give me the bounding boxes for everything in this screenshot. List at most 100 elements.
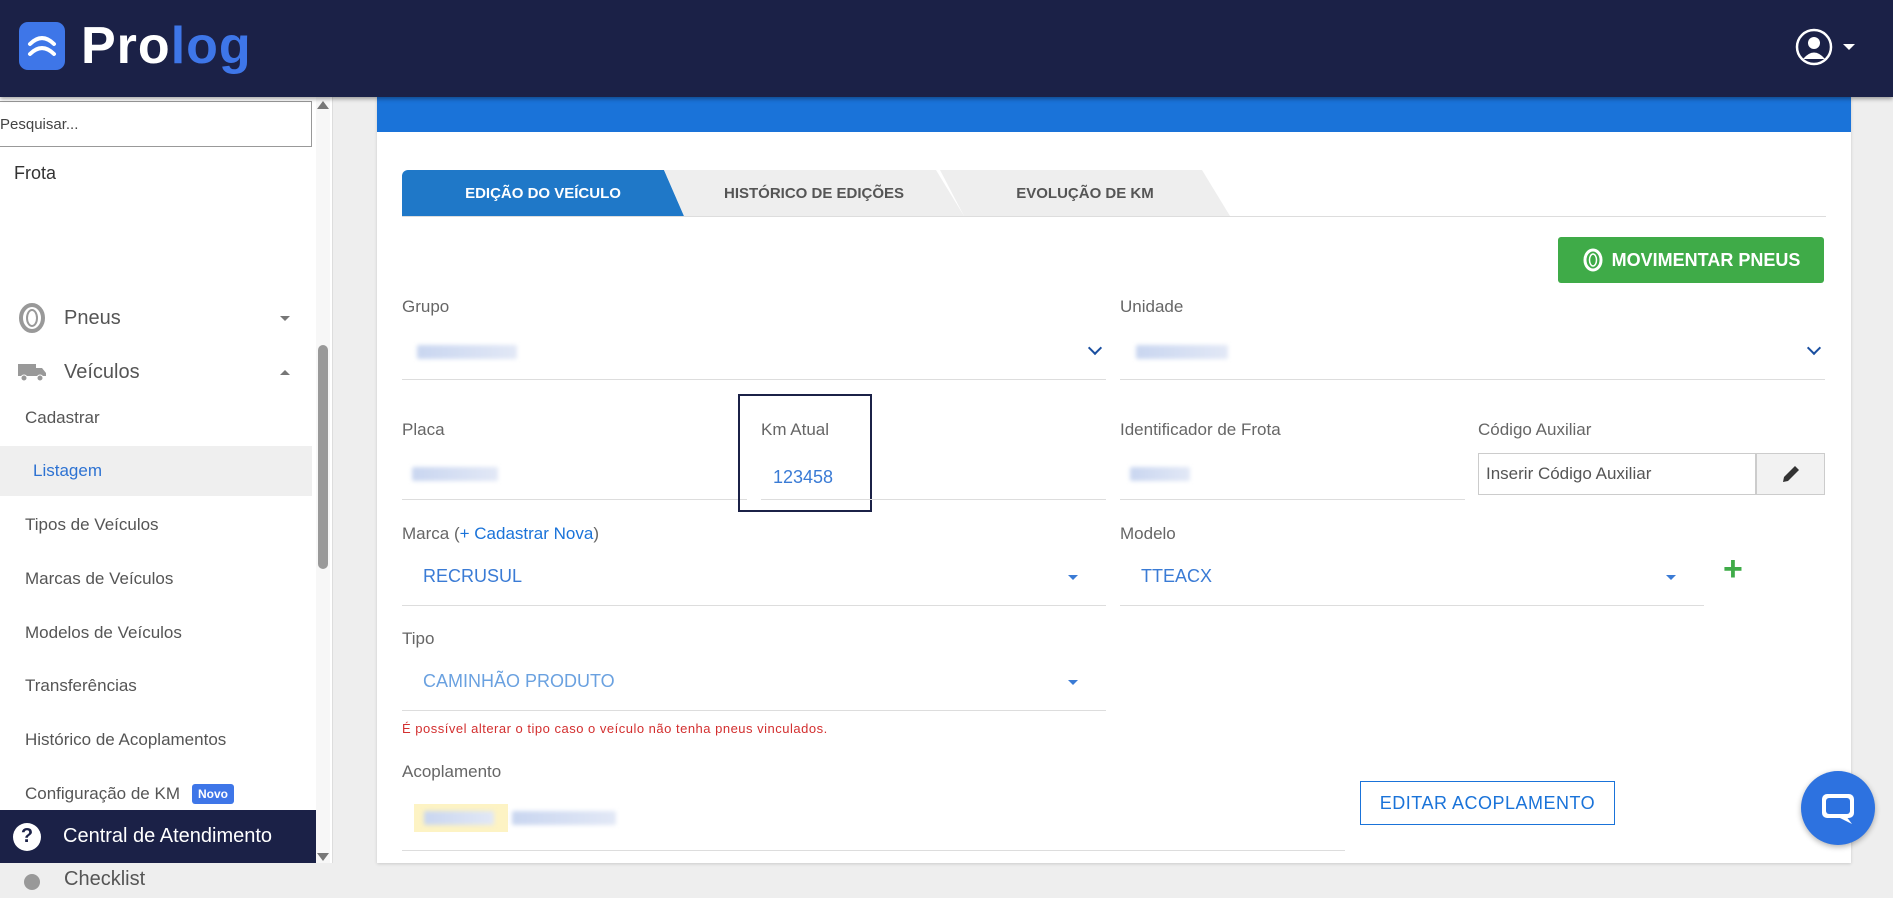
sidebar-search-input[interactable] (0, 104, 300, 144)
marca-underline (402, 605, 1106, 606)
km-atual-input[interactable]: 123458 (773, 467, 833, 488)
tipo-warning-text: É possível alterar o tipo caso o veículo… (402, 721, 828, 736)
acoplamento-underline (402, 850, 1345, 851)
user-menu[interactable] (1795, 28, 1855, 66)
caret-down-icon (1068, 575, 1078, 580)
placa-value-redacted (412, 467, 498, 481)
tab-label: EVOLUÇÃO DE KM (1016, 184, 1154, 202)
grupo-select[interactable] (402, 327, 1106, 377)
acoplamento-field (402, 790, 1345, 840)
placa-input[interactable] (402, 447, 747, 497)
chat-support-button[interactable] (1801, 771, 1875, 845)
movimentar-pneus-label: MOVIMENTAR PNEUS (1611, 249, 1801, 270)
marca-label-prefix: Marca ( (402, 524, 460, 543)
chat-bubble-icon (1822, 794, 1854, 824)
tab-evolucao-de-km[interactable]: EVOLUÇÃO DE KM (940, 170, 1230, 216)
logo-mark-icon (19, 22, 65, 70)
sidebar-item-label: Pneus (64, 306, 121, 329)
chevron-up-icon (280, 369, 290, 375)
user-avatar-icon (1795, 28, 1833, 66)
marca-value: RECRUSUL (423, 566, 523, 586)
edit-codigo-auxiliar-button[interactable] (1756, 453, 1825, 495)
sidebar-section-frota: Frota (14, 163, 57, 183)
sidebar-item-checklist[interactable]: Checklist (0, 868, 312, 898)
tab-label: HISTÓRICO DE EDIÇÕES (723, 184, 905, 202)
tipo-label: Tipo (402, 629, 435, 648)
grupo-value-redacted (417, 345, 517, 359)
tab-historico-de-edicoes[interactable]: HISTÓRICO DE EDIÇÕES (664, 170, 964, 216)
sidebar-item-label: Veículos (64, 360, 140, 383)
scroll-down-arrow-icon[interactable] (317, 853, 329, 861)
sidebar-subitem-tipos-de-veiculos[interactable]: Tipos de Veículos (0, 500, 312, 550)
logo-text: Prolog (81, 20, 252, 72)
tipo-select[interactable]: CAMINHÃO PRODUTO (402, 657, 1106, 707)
sidebar: Frota Pneus Veículos Cadastrar Listagem … (0, 97, 333, 890)
frota-value-redacted (1130, 467, 1190, 481)
km-atual-label: Km Atual (761, 420, 830, 439)
unidade-select[interactable] (1120, 327, 1825, 377)
tire-icon (1583, 248, 1603, 272)
codigo-auxiliar-label: Código Auxiliar (1478, 420, 1592, 439)
sidebar-item-veiculos[interactable]: Veículos (0, 347, 312, 397)
chevron-down-icon (1087, 340, 1103, 356)
grupo-label: Grupo (402, 297, 450, 316)
marca-select[interactable]: RECRUSUL (402, 552, 1106, 602)
km-highlight-box (738, 394, 872, 512)
logo-text-log: log (170, 17, 252, 75)
acoplamento-label: Acoplamento (402, 762, 502, 781)
editar-acoplamento-button[interactable]: EDITAR ACOPLAMENTO (1360, 781, 1615, 825)
tab-label: EDIÇÃO DO VEÍCULO (465, 184, 621, 202)
sidebar-subitem-cadastrar[interactable]: Cadastrar (0, 393, 312, 443)
grupo-underline (402, 379, 1106, 380)
central-label: Central de Atendimento (63, 825, 273, 847)
tab-edicao-do-veiculo[interactable]: EDIÇÃO DO VEÍCULO (402, 170, 684, 216)
tabs-bar: EDIÇÃO DO VEÍCULO HISTÓRICO DE EDIÇÕES E… (402, 170, 1826, 217)
card-header-strip (377, 97, 1851, 132)
help-icon: ? (13, 822, 41, 851)
frota-underline (1120, 499, 1465, 500)
vehicle-edit-card: EDIÇÃO DO VEÍCULO HISTÓRICO DE EDIÇÕES E… (377, 97, 1851, 863)
codigo-auxiliar-input[interactable] (1478, 453, 1756, 495)
add-modelo-plus-icon[interactable]: + (1723, 552, 1743, 586)
placa-label: Placa (402, 420, 445, 439)
acoplamento-value-redacted-2 (512, 811, 616, 825)
scroll-up-arrow-icon[interactable] (317, 101, 329, 109)
sidebar-search[interactable] (0, 101, 312, 147)
sidebar-subitem-modelos-de-veiculos[interactable]: Modelos de Veículos (0, 608, 312, 658)
sidebar-subitem-label: Configuração de KM (25, 784, 180, 803)
tire-icon (0, 303, 64, 333)
pencil-icon (1782, 466, 1799, 482)
top-bar: Prolog (0, 0, 1893, 97)
tipo-value: CAMINHÃO PRODUTO (423, 671, 615, 691)
identificador-frota-label: Identificador de Frota (1120, 420, 1281, 439)
new-badge: Novo (191, 784, 234, 804)
sidebar-subitem-historico-de-acoplamentos[interactable]: Histórico de Acoplamentos (0, 715, 312, 765)
identificador-frota-input[interactable] (1120, 447, 1465, 497)
modelo-value: TTEACX (1141, 566, 1213, 586)
marca-label-suffix: ) (593, 524, 599, 543)
caret-down-icon (1666, 575, 1676, 580)
app-logo[interactable]: Prolog (19, 20, 252, 72)
unidade-value-redacted (1136, 345, 1228, 359)
chevron-down-icon (280, 315, 290, 321)
modelo-select[interactable]: TTEACX (1120, 552, 1704, 602)
unidade-underline (1120, 379, 1825, 380)
truck-icon (0, 362, 64, 382)
placa-underline (402, 499, 747, 500)
movimentar-pneus-button[interactable]: MOVIMENTAR PNEUS (1558, 237, 1824, 283)
unidade-label: Unidade (1120, 297, 1184, 316)
checklist-icon (0, 868, 64, 896)
sidebar-subitem-marcas-de-veiculos[interactable]: Marcas de Veículos (0, 554, 312, 604)
central-de-atendimento-button[interactable]: ? Central de Atendimento (0, 810, 316, 863)
sidebar-subitem-transferencias[interactable]: Transferências (0, 661, 312, 711)
cadastrar-nova-marca-link[interactable]: + Cadastrar Nova (460, 524, 594, 543)
km-underline (761, 499, 1106, 500)
caret-down-icon (1068, 680, 1078, 685)
modelo-underline (1120, 605, 1704, 606)
sidebar-item-label: Checklist (64, 868, 146, 890)
marca-label: Marca (+ Cadastrar Nova) (402, 524, 599, 544)
sidebar-scrollbar-thumb[interactable] (318, 345, 328, 569)
sidebar-item-pneus[interactable]: Pneus (0, 293, 312, 343)
sidebar-subitem-listagem[interactable]: Listagem (0, 446, 312, 496)
user-menu-caret-icon (1843, 44, 1855, 50)
